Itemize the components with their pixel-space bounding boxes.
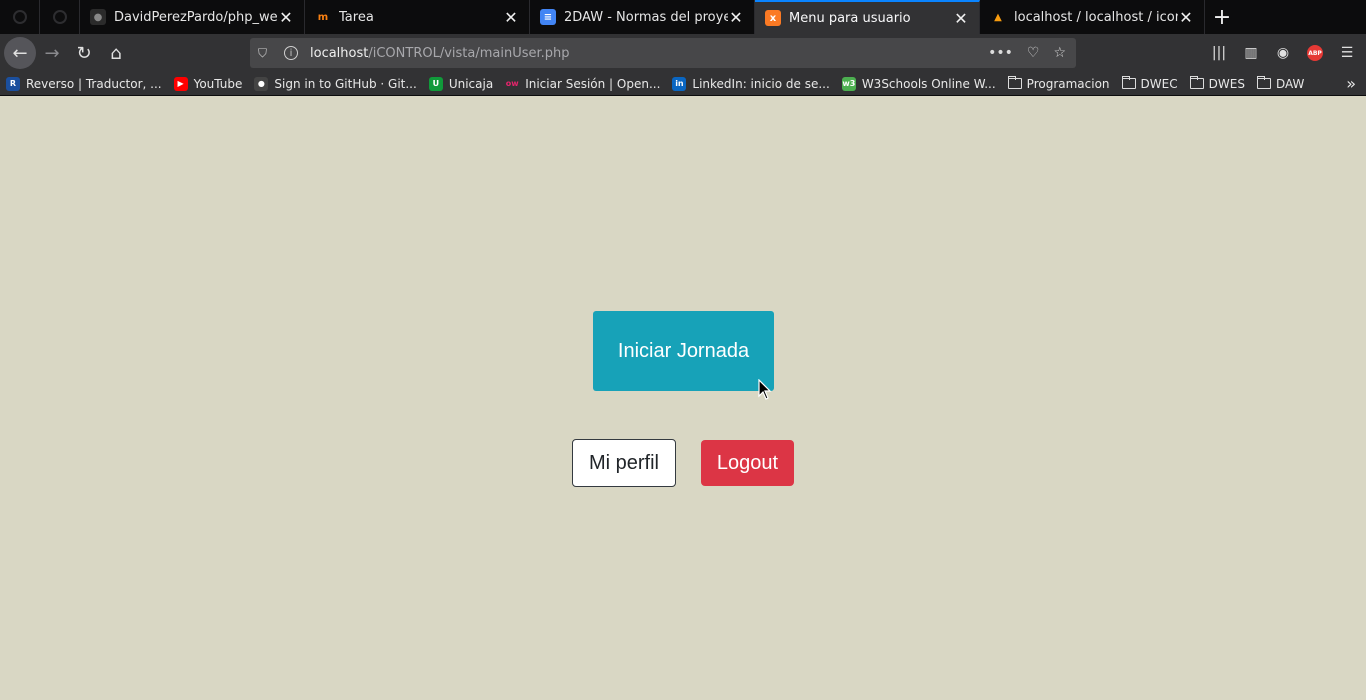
bookmark-label: Programacion bbox=[1026, 76, 1110, 91]
tab-title: Menu para usuario bbox=[789, 10, 911, 26]
menu-icon[interactable]: ☰ bbox=[1334, 37, 1360, 69]
navigation-bar: ← → ↻ ⌂ ⛉ i localhost/iCONTROL/vista/mai… bbox=[0, 34, 1366, 72]
bookmark-w3schools[interactable]: w3 W3Schools Online W... bbox=[836, 76, 1002, 91]
home-icon[interactable]: ⌂ bbox=[100, 37, 132, 69]
bookmark-folder-dwes[interactable]: DWES bbox=[1184, 76, 1251, 91]
tab-google-docs[interactable]: ≡ 2DAW - Normas del proyecto ✕ bbox=[530, 0, 755, 34]
bookmark-label: YouTube bbox=[193, 76, 243, 91]
logout-button[interactable]: Logout bbox=[701, 440, 794, 486]
folder-icon bbox=[1189, 76, 1204, 89]
bookmark-youtube[interactable]: ▶ YouTube bbox=[168, 76, 249, 91]
bookmark-label: LinkedIn: inicio de se... bbox=[692, 76, 830, 91]
page-content: Iniciar Jornada Mi perfil Logout bbox=[0, 97, 1366, 700]
bookmark-linkedin[interactable]: in LinkedIn: inicio de se... bbox=[666, 76, 835, 91]
library-icon[interactable]: ||| bbox=[1206, 37, 1232, 69]
unicaja-icon: U bbox=[428, 76, 443, 91]
bookmark-github[interactable]: ● Sign in to GitHub · Git... bbox=[248, 76, 422, 91]
url-host: localhost bbox=[310, 45, 369, 61]
xampp-icon: x bbox=[765, 10, 781, 26]
back-arrow-icon[interactable]: ← bbox=[4, 37, 36, 69]
my-profile-button[interactable]: Mi perfil bbox=[572, 439, 676, 487]
moodle-icon: m bbox=[317, 11, 329, 23]
bookmark-label: DWEC bbox=[1140, 76, 1178, 91]
pocket-icon[interactable]: ♡ bbox=[1027, 45, 1040, 61]
github-icon: ● bbox=[90, 9, 106, 25]
adblock-plus-icon[interactable]: ABP bbox=[1302, 37, 1328, 69]
url-text[interactable]: localhost/iCONTROL/vista/mainUser.php bbox=[310, 46, 988, 61]
phpmyadmin-icon: ▲ bbox=[994, 11, 1002, 23]
tab-strip: ● DavidPerezPardo/php_webap ✕ m Tarea ✕ … bbox=[0, 0, 1366, 34]
url-path: /iCONTROL/vista/mainUser.php bbox=[368, 45, 570, 61]
pinned-tab[interactable] bbox=[0, 0, 40, 34]
close-icon[interactable]: ✕ bbox=[503, 8, 519, 27]
tab-title: DavidPerezPardo/php_webap bbox=[114, 9, 278, 25]
bookmarks-toolbar: R Reverso | Traductor, ... ▶ YouTube ● Sign… bbox=[0, 72, 1366, 96]
bookmark-folder-daw[interactable]: DAW bbox=[1251, 76, 1310, 91]
url-bar[interactable]: ⛉ i localhost/iCONTROL/vista/mainUser.ph… bbox=[250, 38, 1076, 68]
bookmark-label: Reverso | Traductor, ... bbox=[26, 76, 162, 91]
forward-arrow-icon[interactable]: → bbox=[36, 37, 68, 69]
site-info-icon[interactable]: i bbox=[284, 46, 298, 60]
bookmark-folder-programacion[interactable]: Programacion bbox=[1002, 76, 1116, 91]
tab-github[interactable]: ● DavidPerezPardo/php_webap ✕ bbox=[80, 0, 305, 34]
tab-phpmyadmin[interactable]: ▲ localhost / localhost / icontrol ✕ bbox=[980, 0, 1205, 34]
sidebar-icon[interactable]: ▥ bbox=[1238, 37, 1264, 69]
reverso-icon: R bbox=[6, 76, 20, 91]
tab-menu-usuario[interactable]: x Menu para usuario ✕ bbox=[755, 0, 980, 34]
bookmark-label: DWES bbox=[1208, 76, 1245, 91]
google-docs-icon: ≡ bbox=[540, 9, 556, 25]
folder-icon bbox=[1121, 76, 1136, 89]
tab-title: localhost / localhost / icontrol bbox=[1014, 9, 1178, 25]
bookmark-label: DAW bbox=[1275, 76, 1305, 91]
tab-title: 2DAW - Normas del proyecto bbox=[564, 9, 728, 25]
tab-title: Tarea bbox=[339, 9, 374, 25]
account-icon[interactable]: ◉ bbox=[1270, 37, 1296, 69]
new-tab-icon[interactable]: + bbox=[1205, 0, 1239, 34]
bookmark-openwebinars[interactable]: ow Iniciar Sesión | Open... bbox=[499, 77, 666, 91]
github-icon: ● bbox=[254, 76, 269, 91]
page-actions-icon[interactable]: ••• bbox=[988, 45, 1013, 61]
start-workday-button[interactable]: Iniciar Jornada bbox=[593, 311, 774, 391]
chevron-right-icon[interactable]: » bbox=[1346, 74, 1356, 93]
pinned-tab-icon bbox=[12, 10, 27, 24]
folder-icon bbox=[1007, 76, 1022, 89]
close-icon[interactable]: ✕ bbox=[728, 8, 744, 27]
pinned-tab[interactable] bbox=[40, 0, 80, 34]
bookmark-label: Iniciar Sesión | Open... bbox=[525, 76, 661, 91]
close-icon[interactable]: ✕ bbox=[953, 9, 969, 28]
w3schools-icon: w3 bbox=[841, 76, 856, 91]
openwebinars-icon: ow bbox=[505, 79, 519, 88]
mouse-cursor-icon bbox=[758, 379, 772, 400]
reload-icon[interactable]: ↻ bbox=[68, 37, 100, 69]
tracking-shield-icon[interactable]: ⛉ bbox=[258, 46, 272, 61]
bookmark-label: Sign in to GitHub · Git... bbox=[274, 76, 417, 91]
bookmark-label: Unicaja bbox=[448, 76, 494, 91]
youtube-icon: ▶ bbox=[173, 76, 188, 91]
pinned-tab-icon bbox=[52, 10, 67, 24]
close-icon[interactable]: ✕ bbox=[1178, 8, 1194, 27]
tab-tarea[interactable]: m Tarea ✕ bbox=[305, 0, 530, 34]
folder-icon bbox=[1256, 76, 1271, 89]
linkedin-icon: in bbox=[672, 76, 687, 91]
bookmark-folder-dwec[interactable]: DWEC bbox=[1116, 76, 1184, 91]
bookmark-reverso[interactable]: R Reverso | Traductor, ... bbox=[0, 76, 168, 91]
bookmark-label: W3Schools Online W... bbox=[861, 76, 996, 91]
bookmark-star-icon[interactable]: ☆ bbox=[1053, 45, 1066, 61]
close-icon[interactable]: ✕ bbox=[278, 8, 294, 27]
bookmark-unicaja[interactable]: U Unicaja bbox=[423, 76, 499, 91]
